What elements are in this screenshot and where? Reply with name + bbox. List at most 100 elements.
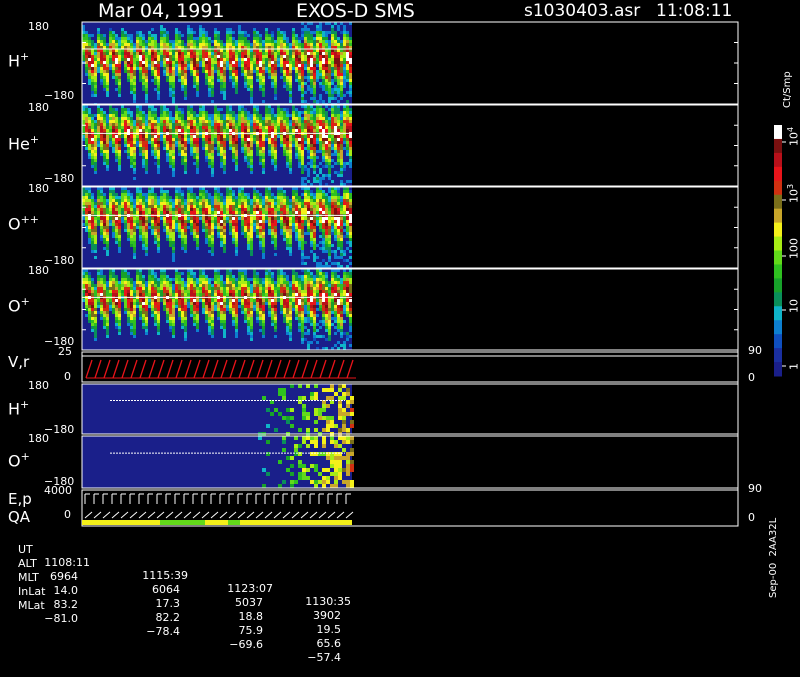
heatmap-cell xyxy=(274,126,277,129)
heatmap-cell xyxy=(172,162,175,165)
heatmap-cell xyxy=(295,220,298,223)
heatmap-cell xyxy=(202,111,205,114)
heatmap-cell xyxy=(91,73,94,76)
heatmap-cell xyxy=(310,67,313,70)
heatmap-cell xyxy=(85,272,88,275)
heatmap-cell xyxy=(181,129,184,132)
heatmap-cell xyxy=(118,217,121,220)
heatmap-cell xyxy=(235,150,238,153)
heatmap-cell xyxy=(250,97,253,100)
heatmap-cell xyxy=(145,153,148,156)
heatmap-cell xyxy=(298,147,301,150)
heatmap-cell xyxy=(346,247,349,250)
heatmap-cell xyxy=(307,153,310,156)
heatmap-cell xyxy=(259,88,262,91)
heatmap-cell xyxy=(172,85,175,88)
heatmap-cell xyxy=(331,126,334,129)
heatmap-cell xyxy=(172,82,175,85)
heatmap-cell xyxy=(214,108,217,111)
heatmap-cell xyxy=(97,299,100,302)
heatmap-cell xyxy=(235,156,238,159)
heatmap-cell xyxy=(274,208,277,211)
heatmap-cell xyxy=(172,46,175,49)
heatmap-cell xyxy=(130,211,133,214)
heatmap-cell xyxy=(127,108,130,111)
heatmap-cell xyxy=(244,52,247,55)
heatmap-cell xyxy=(286,73,289,76)
heatmap-cell xyxy=(268,123,271,126)
heatmap-cell xyxy=(94,238,97,241)
heatmap-cell xyxy=(145,79,148,82)
heatmap-cell xyxy=(325,141,328,144)
heatmap-cell xyxy=(115,290,118,293)
heatmap-cell xyxy=(91,61,94,64)
heatmap-cell xyxy=(172,226,175,229)
heatmap-cell xyxy=(205,150,208,153)
heatmap-cell xyxy=(91,147,94,150)
heatmap-cell xyxy=(286,85,289,88)
heatmap-cell xyxy=(106,117,109,120)
heatmap-cell xyxy=(283,153,286,156)
heatmap-cell xyxy=(283,226,286,229)
heatmap-cell xyxy=(274,55,277,58)
heatmap-cell xyxy=(181,114,184,117)
heatmap-cell xyxy=(250,238,253,241)
heatmap-cell xyxy=(97,141,100,144)
heatmap-cell xyxy=(214,135,217,138)
heatmap-cell xyxy=(112,55,115,58)
heatmap-cell xyxy=(262,159,265,162)
heatmap-cell xyxy=(124,34,127,37)
heatmap-cell xyxy=(334,73,337,76)
heatmap-cell xyxy=(157,153,160,156)
heatmap-cell xyxy=(316,180,319,183)
heatmap-cell xyxy=(97,272,100,275)
heatmap-cell xyxy=(313,82,316,85)
heatmap-cell xyxy=(328,223,331,226)
heatmap-cell xyxy=(346,117,349,120)
heatmap-cell xyxy=(223,159,226,162)
heatmap-cell xyxy=(301,70,304,73)
heatmap-cell xyxy=(316,58,319,61)
heatmap-cell xyxy=(196,156,199,159)
heatmap-cell xyxy=(289,156,292,159)
heatmap-cell xyxy=(286,43,289,46)
heatmap-cell xyxy=(301,34,304,37)
heatmap-cell xyxy=(169,117,172,120)
heatmap-cell xyxy=(85,147,88,150)
heatmap-cell xyxy=(151,141,154,144)
heatmap-cell xyxy=(256,46,259,49)
heatmap-cell xyxy=(349,61,352,64)
heatmap-cell xyxy=(220,159,223,162)
heatmap-cell xyxy=(325,147,328,150)
heatmap-cell xyxy=(142,76,145,79)
heatmap-cell xyxy=(328,168,331,171)
heatmap-cell xyxy=(325,262,328,265)
heatmap-cell xyxy=(322,232,325,235)
heatmap-cell xyxy=(292,34,295,37)
heatmap-cell xyxy=(238,211,241,214)
heatmap-cell xyxy=(346,111,349,114)
heatmap-cell xyxy=(106,67,109,70)
heatmap-cell xyxy=(115,308,118,311)
heatmap-cell xyxy=(244,58,247,61)
heatmap-cell xyxy=(124,229,127,232)
heatmap-cell xyxy=(145,40,148,43)
heatmap-cell xyxy=(271,208,274,211)
heatmap-cell xyxy=(130,217,133,220)
heatmap-cell xyxy=(211,82,214,85)
heatmap-cell xyxy=(274,205,277,208)
heatmap-cell xyxy=(199,64,202,67)
heatmap-cell xyxy=(232,61,235,64)
heatmap-cell xyxy=(247,244,250,247)
heatmap-cell xyxy=(349,43,352,46)
heatmap-cell xyxy=(193,55,196,58)
heatmap-cell xyxy=(244,202,247,205)
heatmap-cell xyxy=(304,64,307,67)
heatmap-cell xyxy=(208,138,211,141)
heatmap-cell xyxy=(289,46,292,49)
heatmap-cell xyxy=(157,217,160,220)
heatmap-cell xyxy=(313,247,316,250)
heatmap-cell xyxy=(304,126,307,129)
heatmap-cell xyxy=(328,85,331,88)
heatmap-cell xyxy=(322,229,325,232)
